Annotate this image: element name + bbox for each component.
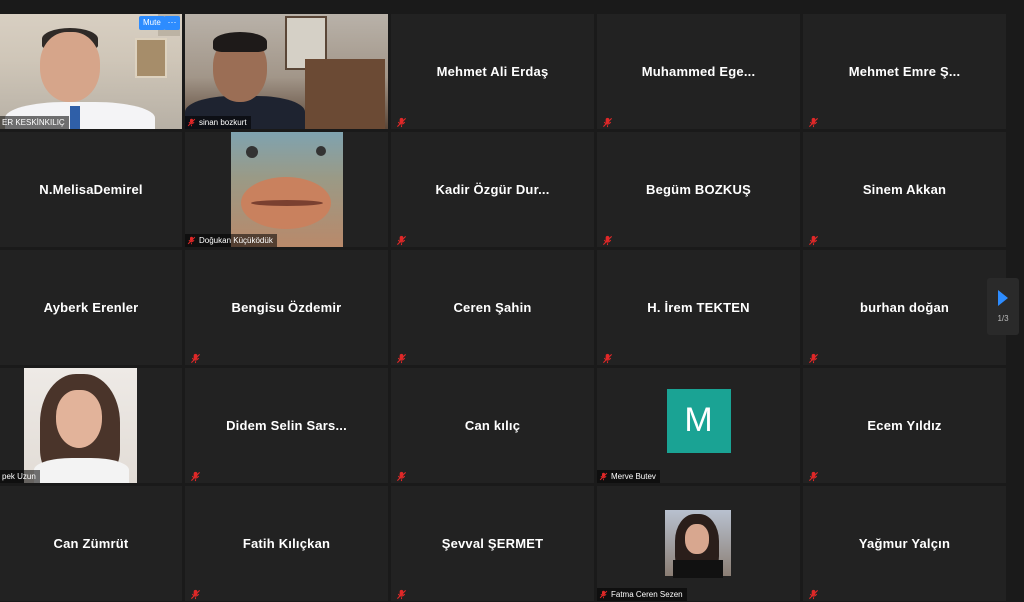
caption-label: pek Uzun bbox=[2, 472, 36, 481]
mic-muted-icon bbox=[190, 351, 201, 364]
participant-caption: sinan bozkurt bbox=[185, 116, 251, 129]
participant-name: Can Zümrüt bbox=[53, 536, 129, 551]
mic-muted-icon bbox=[396, 587, 407, 600]
mic-muted-icon bbox=[190, 587, 201, 600]
participant-tile[interactable]: Mehmet Emre Ş... bbox=[803, 14, 1006, 129]
participant-tile[interactable]: Mehmet Ali Erdaş bbox=[391, 14, 594, 129]
participant-tile[interactable]: H. İrem TEKTEN bbox=[597, 250, 800, 365]
avatar: M bbox=[666, 388, 731, 453]
participant-video bbox=[0, 14, 182, 129]
participant-name: Sinem Akkan bbox=[862, 182, 947, 197]
participant-tile[interactable]: Can Zümrüt bbox=[0, 486, 182, 601]
participant-tile[interactable]: Ceren Şahin bbox=[391, 250, 594, 365]
participant-name: Muhammed Ege... bbox=[641, 64, 756, 79]
participant-video bbox=[665, 510, 731, 578]
page-indicator: 1/3 bbox=[997, 314, 1009, 323]
participant-name: Şevval ŞERMET bbox=[441, 536, 544, 551]
participant-tile[interactable]: N.MelisaDemirel bbox=[0, 132, 182, 247]
mic-muted-icon bbox=[602, 115, 613, 128]
participant-grid: ER KESKİNKILIÇ Mute ··· sinan bozkurt Mehmet… bbox=[0, 14, 1006, 601]
mic-muted-icon bbox=[599, 472, 608, 481]
mic-muted-icon bbox=[808, 469, 819, 482]
participant-caption: Merve Butev bbox=[597, 470, 660, 483]
participant-caption: pek Uzun bbox=[0, 470, 40, 483]
participant-name: Kadir Özgür Dur... bbox=[435, 182, 550, 197]
participant-tile[interactable]: pek Uzun bbox=[0, 368, 182, 483]
caption-label: Fatma Ceren Sezen bbox=[611, 590, 683, 599]
participant-tile[interactable]: sinan bozkurt bbox=[185, 14, 388, 129]
participant-tile[interactable]: Yağmur Yalçın bbox=[803, 486, 1006, 601]
participant-name: Yağmur Yalçın bbox=[858, 536, 951, 551]
mic-muted-icon bbox=[396, 469, 407, 482]
mic-muted-icon bbox=[187, 236, 196, 245]
mic-muted-icon bbox=[602, 351, 613, 364]
participant-tile[interactable]: Begüm BOZKUŞ bbox=[597, 132, 800, 247]
mic-muted-icon bbox=[808, 115, 819, 128]
participant-tile[interactable]: Şevval ŞERMET bbox=[391, 486, 594, 601]
next-page-button[interactable]: 1/3 bbox=[987, 278, 1019, 335]
participant-name: Mehmet Ali Erdaş bbox=[436, 64, 549, 79]
chevron-right-icon bbox=[998, 290, 1008, 306]
caption-label: sinan bozkurt bbox=[199, 118, 247, 127]
participant-tile[interactable]: Fatih Kılıçkan bbox=[185, 486, 388, 601]
caption-label: ER KESKİNKILIÇ bbox=[2, 118, 65, 127]
participant-name: burhan doğan bbox=[859, 300, 950, 315]
participant-caption: ER KESKİNKILIÇ bbox=[0, 116, 69, 129]
mic-muted-icon bbox=[808, 233, 819, 246]
participant-tile[interactable]: Sinem Akkan bbox=[803, 132, 1006, 247]
participant-name: Can kılıç bbox=[464, 418, 521, 433]
participant-caption: Fatma Ceren Sezen bbox=[597, 588, 687, 601]
participant-name: Mehmet Emre Ş... bbox=[848, 64, 961, 79]
more-options-icon[interactable]: ··· bbox=[164, 16, 180, 30]
mic-muted-icon bbox=[396, 115, 407, 128]
participant-tile[interactable]: burhan doğan bbox=[803, 250, 1006, 365]
mic-muted-icon bbox=[396, 351, 407, 364]
participant-tile[interactable]: Bengisu Özdemir bbox=[185, 250, 388, 365]
participant-tile[interactable]: Fatma Ceren Sezen bbox=[597, 486, 800, 601]
participant-tile[interactable]: Can kılıç bbox=[391, 368, 594, 483]
participant-tile[interactable]: Doğukan Küçüködük bbox=[185, 132, 388, 247]
caption-label: Merve Butev bbox=[611, 472, 656, 481]
mic-muted-icon bbox=[599, 590, 608, 599]
participant-name: Fatih Kılıçkan bbox=[242, 536, 331, 551]
caption-label: Doğukan Küçüködük bbox=[199, 236, 273, 245]
participant-tile[interactable]: M Merve Butev bbox=[597, 368, 800, 483]
participant-name: Ceren Şahin bbox=[453, 300, 532, 315]
participant-name: Ayberk Erenler bbox=[43, 300, 139, 315]
participant-name: N.MelisaDemirel bbox=[39, 182, 143, 197]
mic-muted-icon bbox=[396, 233, 407, 246]
mic-muted-icon bbox=[808, 587, 819, 600]
mic-muted-icon bbox=[187, 118, 196, 127]
participant-name: Ecem Yıldız bbox=[867, 418, 942, 433]
participant-video bbox=[185, 14, 388, 129]
participant-tile[interactable]: Ayberk Erenler bbox=[0, 250, 182, 365]
participant-name: Begüm BOZKUŞ bbox=[646, 182, 751, 197]
mic-muted-icon bbox=[602, 233, 613, 246]
participant-tile[interactable]: ER KESKİNKILIÇ Mute ··· bbox=[0, 14, 182, 129]
participant-video bbox=[24, 368, 137, 483]
participant-tile[interactable]: Muhammed Ege... bbox=[597, 14, 800, 129]
participant-caption: Doğukan Küçüködük bbox=[185, 234, 277, 247]
participant-name: Didem Selin Sars... bbox=[226, 418, 347, 433]
participant-tile[interactable]: Kadir Özgür Dur... bbox=[391, 132, 594, 247]
participant-name: H. İrem TEKTEN bbox=[647, 300, 750, 315]
participant-name: Bengisu Özdemir bbox=[231, 300, 342, 315]
mic-muted-icon bbox=[808, 351, 819, 364]
mic-muted-icon bbox=[190, 469, 201, 482]
participant-tile[interactable]: Didem Selin Sars... bbox=[185, 368, 388, 483]
mute-button[interactable]: Mute bbox=[139, 16, 165, 30]
participant-tile[interactable]: Ecem Yıldız bbox=[803, 368, 1006, 483]
participant-video bbox=[231, 132, 343, 247]
